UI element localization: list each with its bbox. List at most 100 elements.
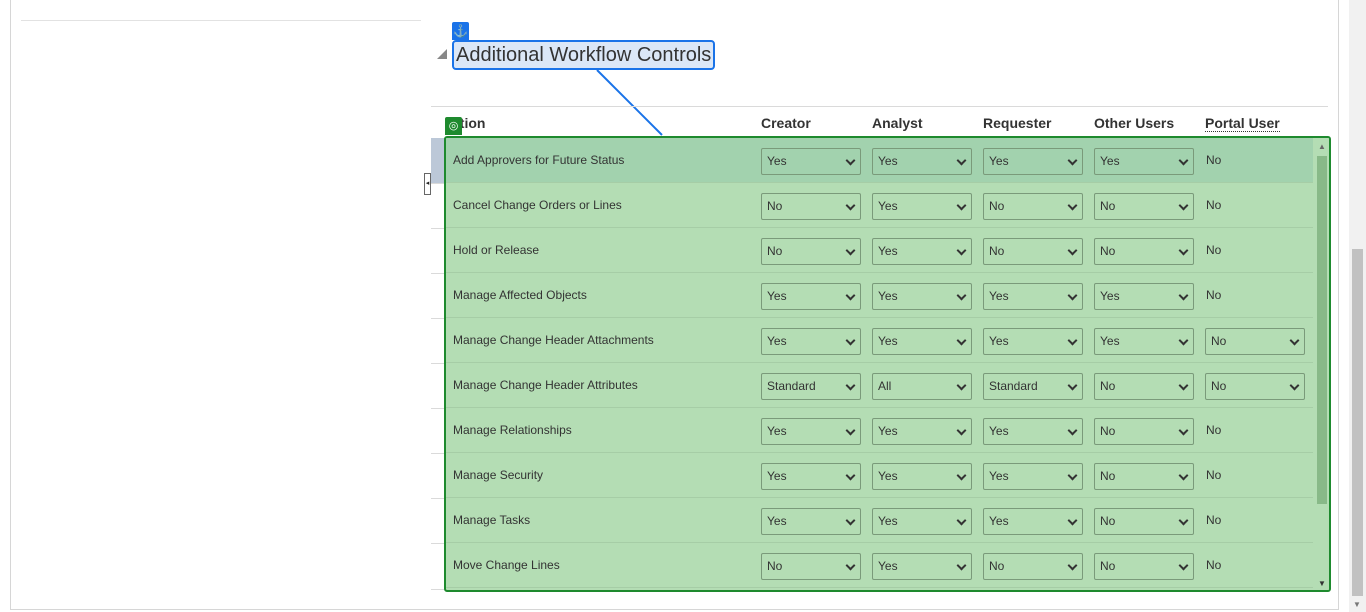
chevron-down-icon bbox=[1067, 200, 1078, 211]
creator-select[interactable]: Yes bbox=[761, 283, 861, 310]
creator-select[interactable]: Yes bbox=[761, 148, 861, 175]
chevron-down-icon bbox=[956, 335, 967, 346]
table-row[interactable]: Manage Relationships Yes Yes Yes No No bbox=[446, 408, 1313, 453]
chevron-down-icon bbox=[1067, 155, 1078, 166]
analyst-select[interactable]: Yes bbox=[872, 238, 972, 265]
analyst-select[interactable]: All bbox=[872, 373, 972, 400]
portal-user-value: No bbox=[1206, 423, 1222, 437]
table-row[interactable]: Move Change Lines No Yes No No No bbox=[446, 543, 1313, 588]
table-scrollbar[interactable]: ▲ ▼ bbox=[1315, 138, 1329, 590]
chevron-down-icon bbox=[1289, 335, 1300, 346]
chevron-down-icon bbox=[845, 200, 856, 211]
column-header-portal-user[interactable]: Portal User bbox=[1205, 115, 1280, 132]
requester-select[interactable]: Yes bbox=[983, 463, 1083, 490]
table-row[interactable]: Manage Affected Objects Yes Yes Yes Yes … bbox=[446, 273, 1313, 318]
portal-user-select[interactable]: No bbox=[1205, 373, 1305, 400]
requester-select[interactable]: No bbox=[983, 553, 1083, 580]
page-scrollbar-thumb[interactable] bbox=[1352, 249, 1363, 596]
creator-select[interactable]: Standard bbox=[761, 373, 861, 400]
requester-select[interactable]: Yes bbox=[983, 508, 1083, 535]
chevron-down-icon bbox=[1289, 380, 1300, 391]
scroll-down-arrow-icon[interactable]: ▼ bbox=[1353, 600, 1361, 609]
chevron-down-icon bbox=[956, 290, 967, 301]
analyst-select[interactable]: Yes bbox=[872, 418, 972, 445]
chevron-down-icon bbox=[956, 155, 967, 166]
chevron-down-icon bbox=[1178, 380, 1189, 391]
analyst-select[interactable]: Yes bbox=[872, 553, 972, 580]
analyst-select[interactable]: Yes bbox=[872, 148, 972, 175]
requester-select[interactable]: Yes bbox=[983, 328, 1083, 355]
action-label: Add Approvers for Future Status bbox=[453, 153, 625, 167]
chevron-down-icon bbox=[1067, 290, 1078, 301]
portal-user-value: No bbox=[1206, 468, 1222, 482]
creator-select[interactable]: Yes bbox=[761, 328, 861, 355]
table-row[interactable]: Hold or Release No Yes No No No bbox=[446, 228, 1313, 273]
analyst-select[interactable]: Yes bbox=[872, 463, 972, 490]
action-label: Manage Affected Objects bbox=[453, 288, 587, 302]
creator-select[interactable]: Yes bbox=[761, 508, 861, 535]
chevron-down-icon bbox=[845, 380, 856, 391]
chevron-down-icon bbox=[1178, 470, 1189, 481]
analyst-select[interactable]: Yes bbox=[872, 508, 972, 535]
collapse-panel-handle[interactable]: ◂ bbox=[424, 173, 431, 195]
other-users-select[interactable]: No bbox=[1094, 463, 1194, 490]
table-scrollbar-thumb[interactable] bbox=[1317, 156, 1327, 504]
table-row[interactable]: Manage Security Yes Yes Yes No No bbox=[446, 453, 1313, 498]
chevron-down-icon bbox=[1067, 470, 1078, 481]
scroll-up-arrow-icon[interactable]: ▲ bbox=[1318, 142, 1326, 151]
requester-select[interactable]: Yes bbox=[983, 418, 1083, 445]
other-users-select[interactable]: No bbox=[1094, 193, 1194, 220]
chevron-down-icon bbox=[1178, 155, 1189, 166]
other-users-select[interactable]: Yes bbox=[1094, 328, 1194, 355]
chevron-down-icon bbox=[956, 470, 967, 481]
other-users-select[interactable]: No bbox=[1094, 238, 1194, 265]
chevron-down-icon bbox=[956, 380, 967, 391]
requester-select[interactable]: No bbox=[983, 238, 1083, 265]
chevron-down-icon bbox=[1067, 425, 1078, 436]
chevron-down-icon bbox=[956, 425, 967, 436]
table-row[interactable]: Manage Tasks Yes Yes Yes No No bbox=[446, 498, 1313, 543]
other-users-select[interactable]: Yes bbox=[1094, 148, 1194, 175]
chevron-down-icon bbox=[956, 245, 967, 256]
action-label: Manage Change Header Attachments bbox=[453, 333, 654, 347]
other-users-select[interactable]: Yes bbox=[1094, 283, 1194, 310]
chevron-down-icon bbox=[845, 560, 856, 571]
other-users-select[interactable]: No bbox=[1094, 373, 1194, 400]
creator-select[interactable]: No bbox=[761, 193, 861, 220]
action-label: Manage Security bbox=[453, 468, 544, 482]
creator-select[interactable]: Yes bbox=[761, 418, 861, 445]
scroll-down-arrow-icon[interactable]: ▼ bbox=[1318, 579, 1326, 588]
creator-select[interactable]: Yes bbox=[761, 463, 861, 490]
table-row[interactable]: Cancel Change Orders or Lines No Yes No … bbox=[446, 183, 1313, 228]
analyst-select[interactable]: Yes bbox=[872, 193, 972, 220]
page-scrollbar[interactable]: ▼ bbox=[1349, 0, 1366, 612]
chevron-down-icon bbox=[845, 155, 856, 166]
portal-user-value: No bbox=[1206, 243, 1222, 257]
requester-select[interactable]: Yes bbox=[983, 148, 1083, 175]
left-panel-divider bbox=[21, 20, 421, 21]
requester-select[interactable]: Standard bbox=[983, 373, 1083, 400]
chevron-down-icon bbox=[1067, 560, 1078, 571]
other-users-select[interactable]: No bbox=[1094, 508, 1194, 535]
table-row[interactable]: Manage Change Header Attributes Standard… bbox=[446, 363, 1313, 408]
selected-row-stripe bbox=[431, 138, 445, 183]
chevron-down-icon bbox=[1178, 245, 1189, 256]
chevron-down-icon bbox=[845, 335, 856, 346]
table-row[interactable]: Manage Change Header Attachments Yes Yes… bbox=[446, 318, 1313, 363]
action-label: Manage Tasks bbox=[453, 513, 531, 527]
creator-select[interactable]: No bbox=[761, 238, 861, 265]
requester-select[interactable]: Yes bbox=[983, 283, 1083, 310]
analyst-select[interactable]: Yes bbox=[872, 328, 972, 355]
portal-user-value: No bbox=[1206, 558, 1222, 572]
other-users-select[interactable]: No bbox=[1094, 418, 1194, 445]
column-header-analyst: Analyst bbox=[872, 115, 923, 131]
table-top-border bbox=[431, 106, 1328, 107]
table-row[interactable]: Add Approvers for Future Status Yes Yes … bbox=[446, 138, 1313, 183]
chevron-down-icon bbox=[1178, 425, 1189, 436]
requester-select[interactable]: No bbox=[983, 193, 1083, 220]
section-disclosure-icon[interactable] bbox=[437, 49, 447, 59]
creator-select[interactable]: No bbox=[761, 553, 861, 580]
other-users-select[interactable]: No bbox=[1094, 553, 1194, 580]
analyst-select[interactable]: Yes bbox=[872, 283, 972, 310]
portal-user-select[interactable]: No bbox=[1205, 328, 1305, 355]
